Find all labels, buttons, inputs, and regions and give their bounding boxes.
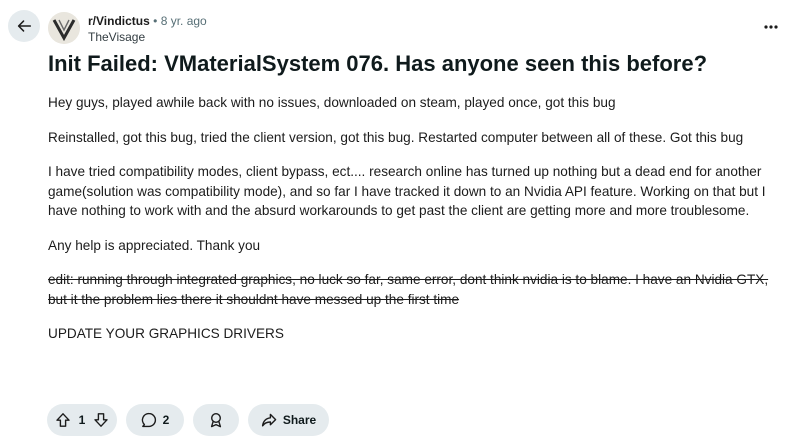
- post-paragraph: Any help is appreciated. Thank you: [48, 237, 261, 253]
- share-label: Share: [282, 413, 317, 427]
- share-button[interactable]: Share: [248, 404, 329, 436]
- author-link[interactable]: TheVisage: [88, 29, 207, 45]
- arrow-left-icon: [17, 20, 32, 32]
- post-paragraph: UPDATE YOUR GRAPHICS DRIVERS: [48, 326, 284, 341]
- post-age: 8 yr. ago: [160, 14, 207, 28]
- comment-bubble-icon: [141, 412, 156, 428]
- post-title: Init Failed: VMaterialSystem 076. Has an…: [48, 51, 708, 76]
- share-arrow-icon: [261, 413, 277, 427]
- post-meta: r/Vindictus • 8 yr. ago TheVisage: [88, 13, 207, 45]
- meta-line-subreddit: r/Vindictus • 8 yr. ago: [88, 13, 207, 29]
- comments-button[interactable]: 2: [126, 404, 184, 436]
- comment-count: 2: [162, 413, 170, 427]
- post-paragraph: Reinstalled, got this bug, tried the cli…: [48, 129, 744, 145]
- post-actions-bar: 1 2 Share: [47, 404, 329, 436]
- post-page: r/Vindictus • 8 yr. ago TheVisage Init F…: [0, 0, 793, 440]
- upvote-arrow-icon: [56, 413, 70, 427]
- subreddit-avatar[interactable]: [48, 12, 80, 44]
- upvote-button[interactable]: [53, 410, 73, 430]
- downvote-arrow-icon: [94, 413, 108, 427]
- vote-control: 1: [47, 404, 117, 436]
- post-paragraph: Hey guys, played awhile back with no iss…: [48, 95, 616, 110]
- back-button[interactable]: [8, 10, 40, 42]
- award-ribbon-icon: [210, 412, 222, 428]
- downvote-button[interactable]: [91, 410, 111, 430]
- vindictus-logo-icon: [48, 12, 80, 44]
- post-edit-strikethrough: edit: running through integrated graphic…: [48, 272, 769, 307]
- award-button[interactable]: [193, 404, 239, 436]
- post-body: Hey guys, played awhile back with no iss…: [48, 93, 783, 359]
- more-options-button[interactable]: [763, 20, 779, 34]
- vote-count: 1: [78, 413, 86, 427]
- ellipsis-icon: [764, 25, 778, 29]
- meta-separator: •: [153, 14, 158, 28]
- subreddit-link[interactable]: r/Vindictus: [88, 14, 150, 28]
- post-paragraph: I have tried compatibility modes, client…: [48, 164, 766, 218]
